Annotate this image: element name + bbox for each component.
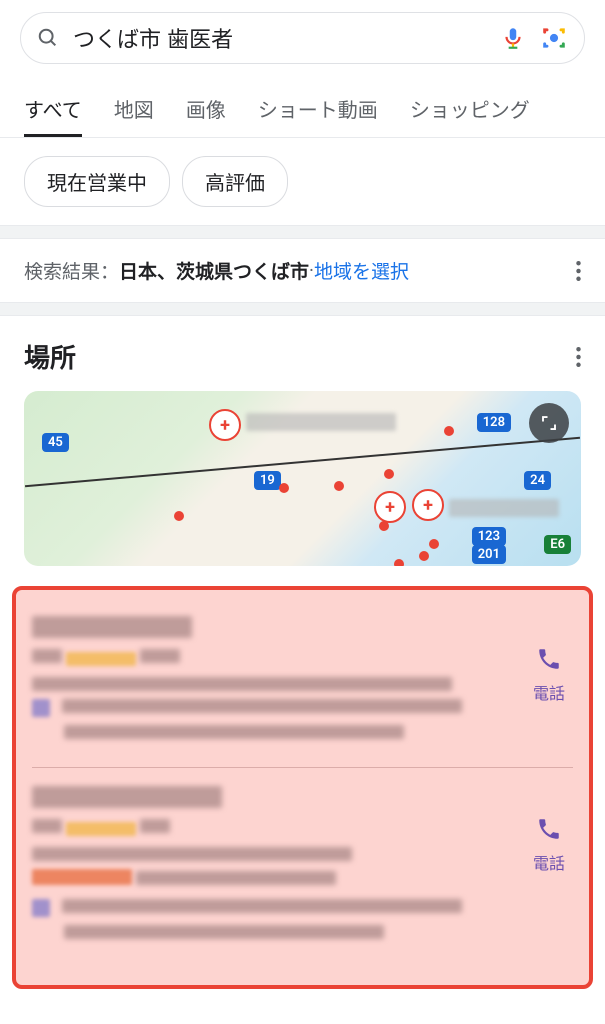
- map-dot: [279, 483, 289, 493]
- map-dot: [394, 559, 404, 566]
- places-header: 場所: [0, 316, 605, 391]
- chip-open-now[interactable]: 現在営業中: [24, 156, 170, 207]
- map-dot: [174, 511, 184, 521]
- result-review-blurred: [64, 925, 384, 939]
- badge-blurred: [32, 699, 50, 717]
- location-bar: 検索結果： 日本、茨城県つくば市 · 地域を選択: [0, 239, 605, 302]
- location-value: 日本、茨城県つくば市: [119, 257, 309, 284]
- map-dot: [379, 521, 389, 531]
- mic-icon[interactable]: [500, 25, 526, 51]
- map-dot: [419, 551, 429, 561]
- route-badge: 201: [472, 545, 506, 564]
- result-detail-blurred: [32, 677, 452, 691]
- status-blurred: [32, 869, 132, 885]
- results-highlight: 電話 電話: [12, 586, 593, 989]
- map-pin-icon[interactable]: [209, 409, 241, 441]
- expand-icon[interactable]: [529, 403, 569, 443]
- more-icon[interactable]: [576, 347, 581, 367]
- more-icon[interactable]: [576, 261, 581, 281]
- map-label-blurred: [449, 499, 559, 517]
- call-label: 電話: [533, 850, 565, 874]
- result-card[interactable]: 電話: [32, 767, 573, 967]
- map-pin-icon[interactable]: [412, 489, 444, 521]
- tab-all[interactable]: すべて: [24, 82, 82, 137]
- rating-stars-blurred: [66, 822, 136, 836]
- result-card[interactable]: 電話: [32, 598, 573, 767]
- route-badge: 19: [254, 471, 281, 490]
- tab-shopping[interactable]: ショッピング: [410, 82, 530, 137]
- route-badge: 128: [477, 413, 511, 432]
- search-input[interactable]: [73, 25, 486, 51]
- map-dot: [444, 426, 454, 436]
- tabs: すべて 地図 画像 ショート動画 ショッピング: [0, 82, 605, 138]
- result-title-blurred: [32, 786, 222, 808]
- result-review-blurred: [64, 725, 404, 739]
- search-bar[interactable]: [20, 12, 585, 64]
- places-title: 場所: [24, 338, 76, 375]
- map-pin-icon[interactable]: [374, 491, 406, 523]
- call-button[interactable]: 電話: [525, 646, 573, 704]
- phone-icon: [536, 646, 562, 672]
- map-dot: [429, 539, 439, 549]
- route-badge: 123: [472, 527, 506, 546]
- map-dot: [334, 481, 344, 491]
- chip-top-rated[interactable]: 高評価: [182, 156, 288, 207]
- filter-chips: 現在営業中 高評価: [0, 138, 605, 225]
- rating-stars-blurred: [66, 652, 136, 666]
- divider: [0, 302, 605, 316]
- map-dot: [384, 469, 394, 479]
- route-badge: 24: [524, 471, 551, 490]
- route-badge: 45: [42, 433, 69, 452]
- location-change-link[interactable]: 地域を選択: [314, 257, 409, 284]
- map-thumbnail[interactable]: 45 128 19 24 123 201 E6: [24, 391, 581, 566]
- badge-blurred: [32, 899, 50, 917]
- result-title-blurred: [32, 616, 192, 638]
- search-icon: [37, 27, 59, 49]
- call-button[interactable]: 電話: [525, 816, 573, 874]
- result-review-blurred: [62, 699, 462, 713]
- tab-images[interactable]: 画像: [186, 82, 226, 137]
- lens-icon[interactable]: [540, 24, 568, 52]
- tab-maps[interactable]: 地図: [114, 82, 154, 137]
- call-label: 電話: [533, 680, 565, 704]
- result-review-blurred: [62, 899, 462, 913]
- phone-icon: [536, 816, 562, 842]
- route-badge: E6: [544, 535, 571, 554]
- divider: [0, 225, 605, 239]
- map-label-blurred: [246, 413, 396, 431]
- tab-shorts[interactable]: ショート動画: [258, 82, 378, 137]
- result-detail-blurred: [32, 847, 352, 861]
- location-prefix: 検索結果：: [24, 257, 119, 284]
